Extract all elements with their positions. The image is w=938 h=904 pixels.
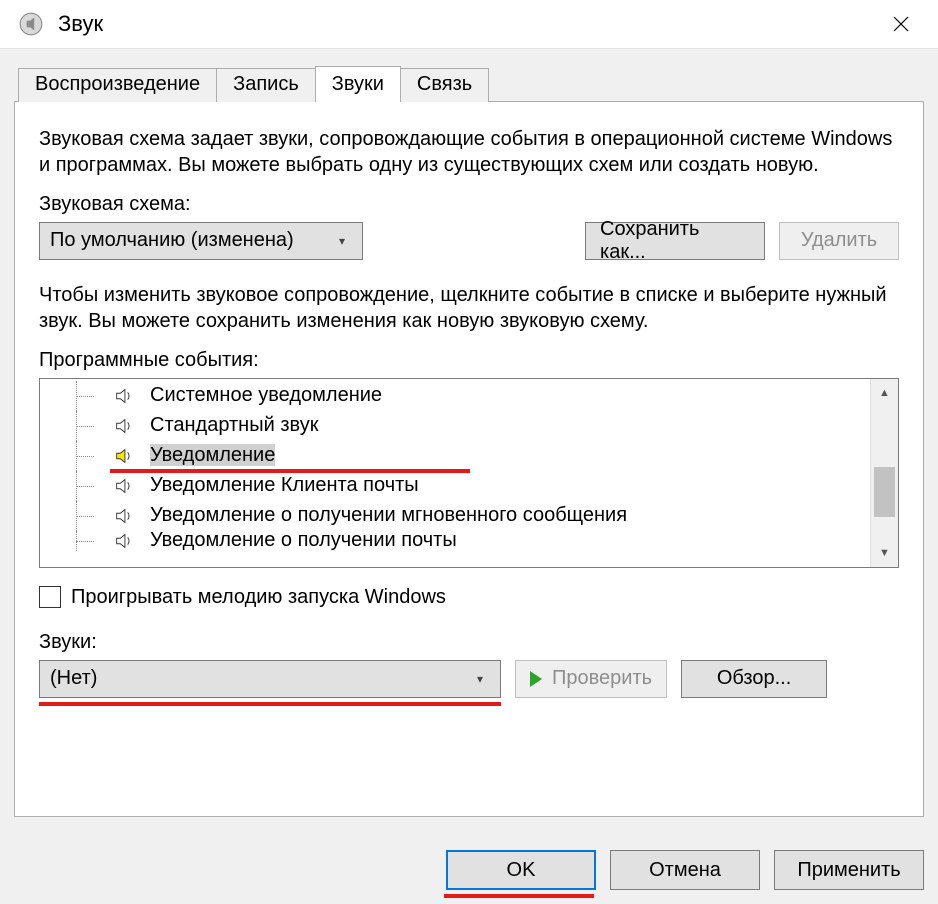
test-button: Проверить [515,660,667,698]
titlebar: Звук [0,0,938,48]
tab-communications[interactable]: Связь [400,68,489,102]
speaker-icon-active [112,444,136,468]
scroll-track[interactable] [871,407,898,539]
intro-text: Звуковая схема задает звуки, сопровождаю… [39,126,899,179]
startup-sound-label: Проигрывать мелодию запуска Windows [71,586,446,609]
scroll-thumb[interactable] [874,467,895,517]
event-row-selected[interactable]: Уведомление [40,441,870,471]
events-scrollbar[interactable]: ▲ ▼ [870,379,898,567]
ok-button[interactable]: OK [446,850,596,890]
chevron-down-icon: ▾ [332,234,352,248]
sound-value: (Нет) [50,667,470,690]
event-row[interactable]: Стандартный звук [40,411,870,441]
cancel-button[interactable]: Отмена [610,850,760,890]
event-row[interactable]: Уведомление Клиента почты [40,471,870,501]
events-listbox: Системное уведомление Стандартный звук У… [39,378,899,568]
scheme-dropdown[interactable]: По умолчанию (изменена) ▾ [39,222,363,260]
scroll-down-icon[interactable]: ▼ [871,539,898,567]
events-list[interactable]: Системное уведомление Стандартный звук У… [40,379,870,567]
apply-button[interactable]: Применить [774,850,924,890]
tab-recording[interactable]: Запись [216,68,316,102]
speaker-icon [112,531,136,551]
scheme-label: Звуковая схема: [39,193,899,216]
events-help-text: Чтобы изменить звуковое сопровождение, щ… [39,282,899,335]
startup-sound-checkbox-row[interactable]: Проигрывать мелодию запуска Windows [39,586,899,609]
save-as-button[interactable]: Сохранить как... [585,222,765,260]
dialog-footer: OK Отмена Применить [446,850,924,890]
annotation-underline [444,894,594,898]
sounds-label: Звуки: [39,631,899,654]
speaker-icon [112,474,136,498]
app-icon [16,9,46,39]
sound-dropdown[interactable]: (Нет) ▾ [39,660,501,698]
event-row[interactable]: Уведомление о получении почты [40,531,870,551]
startup-sound-checkbox[interactable] [39,586,61,608]
close-button[interactable] [874,4,928,44]
annotation-underline [39,702,501,706]
tabpage-sounds: Звуковая схема задает звуки, сопровождаю… [14,101,924,817]
tab-sounds[interactable]: Звуки [315,66,401,102]
chevron-down-icon: ▾ [470,672,490,686]
events-label: Программные события: [39,349,899,372]
event-row[interactable]: Системное уведомление [40,381,870,411]
delete-button: Удалить [779,222,899,260]
scroll-up-icon[interactable]: ▲ [871,379,898,407]
event-row[interactable]: Уведомление о получении мгновенного сооб… [40,501,870,531]
window-title: Звук [58,11,874,37]
speaker-icon [112,384,136,408]
tab-playback[interactable]: Воспроизведение [18,68,217,102]
play-icon [530,671,542,687]
speaker-icon [112,414,136,438]
browse-button[interactable]: Обзор... [681,660,827,698]
dialog-client: Воспроизведение Запись Звуки Связь Звуко… [0,48,938,904]
tabstrip: Воспроизведение Запись Звуки Связь [14,63,924,101]
scheme-value: По умолчанию (изменена) [50,229,332,252]
speaker-icon [112,504,136,528]
